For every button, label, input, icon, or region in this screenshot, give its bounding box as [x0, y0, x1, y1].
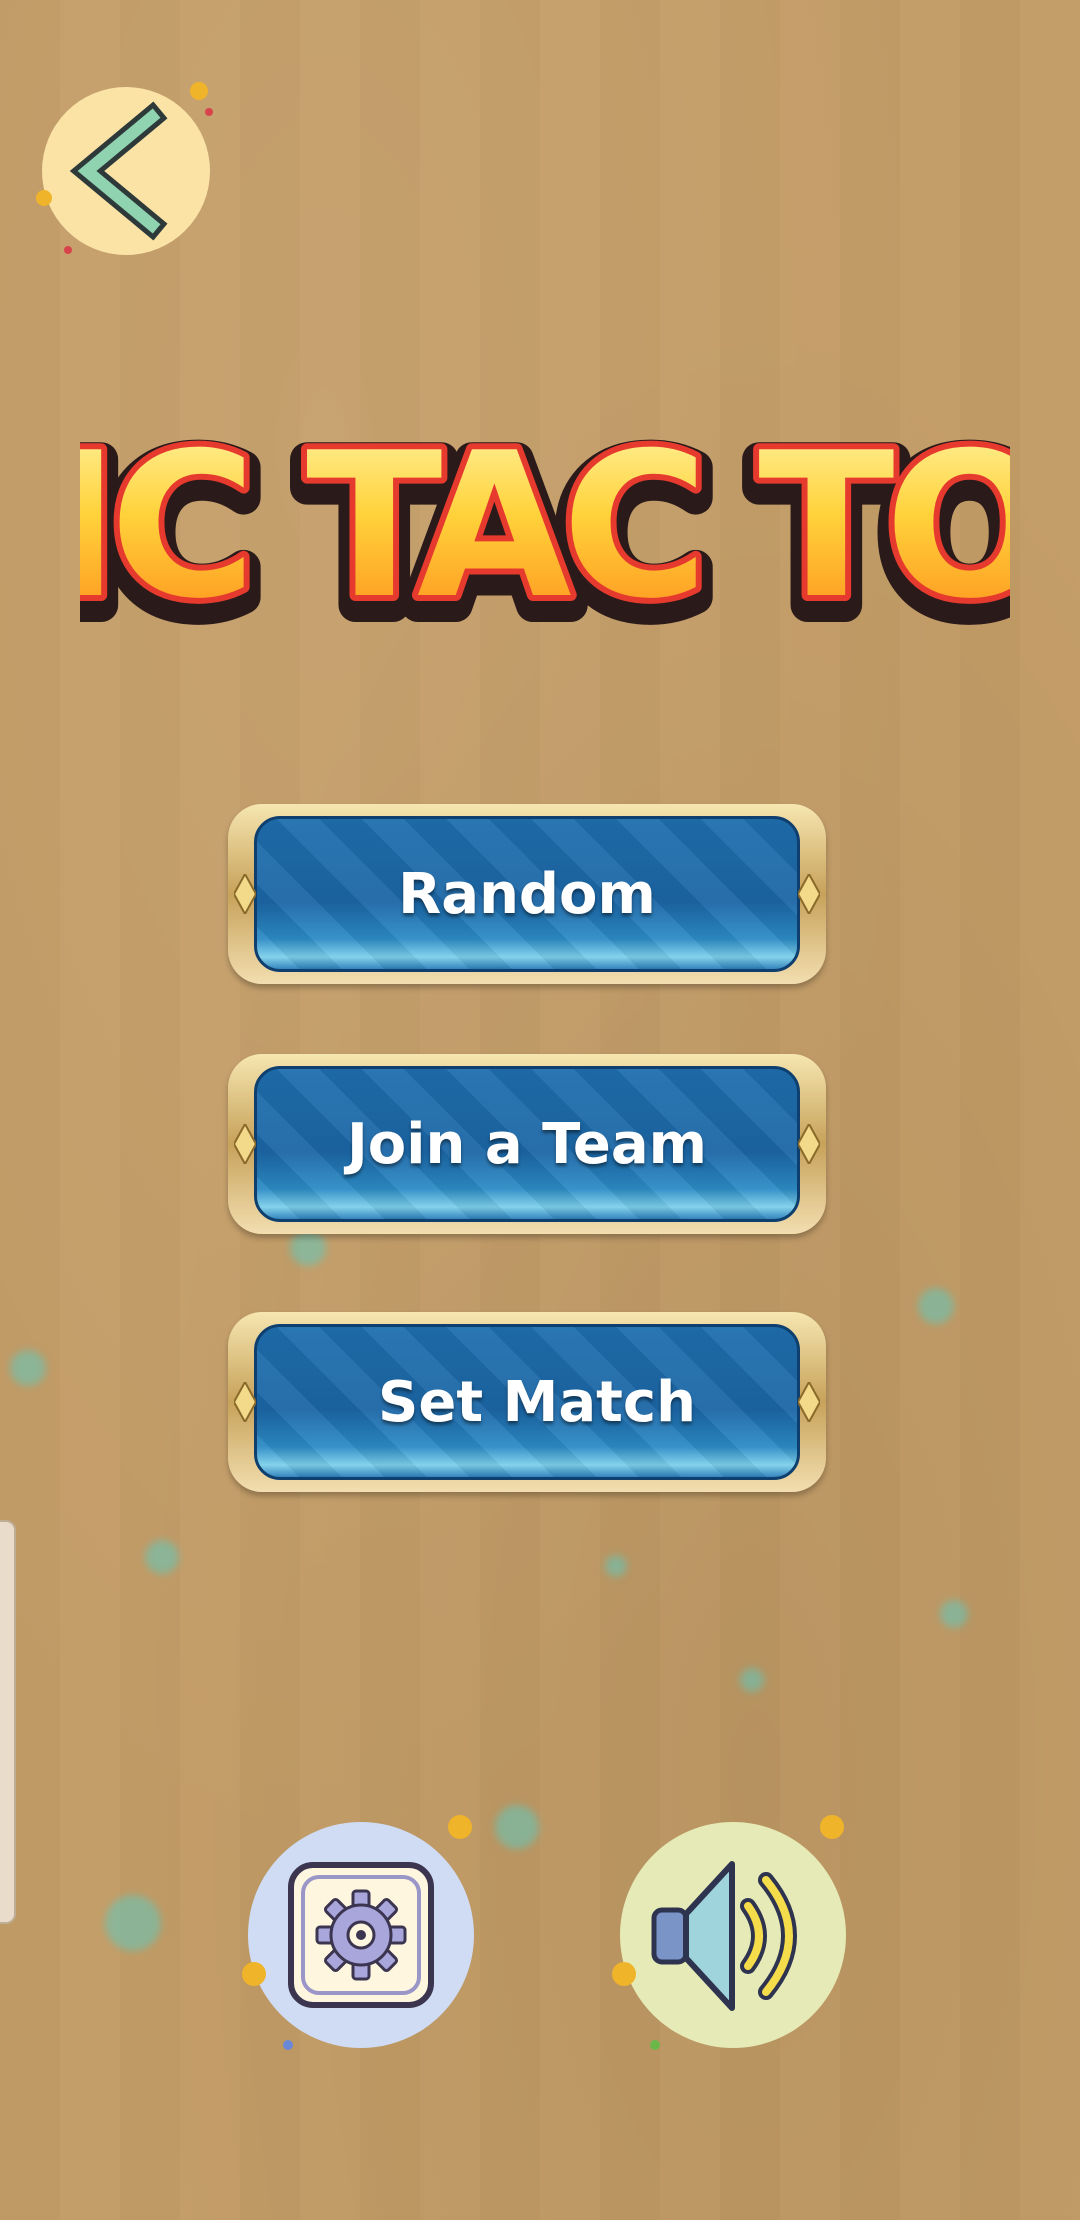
confetti: [242, 1962, 266, 1986]
game-title-logo: TIC TAC TOE TIC TAC TOE: [80, 403, 1010, 640]
confetti: [650, 2040, 660, 2050]
particle: [105, 1895, 161, 1951]
particle: [495, 1805, 539, 1849]
sound-button[interactable]: [620, 1822, 846, 2048]
particle: [740, 1668, 764, 1692]
side-drawer-handle[interactable]: [0, 1520, 16, 1924]
particle: [10, 1350, 46, 1386]
random-button[interactable]: Random: [228, 804, 826, 984]
settings-button[interactable]: [248, 1822, 474, 2048]
particle: [605, 1555, 627, 1577]
speaker-icon: [651, 1861, 797, 2011]
particle: [145, 1540, 179, 1574]
confetti: [448, 1815, 472, 1839]
particle: [290, 1230, 326, 1266]
particle: [918, 1288, 954, 1324]
chevron-left-icon: [69, 101, 168, 241]
particle: [940, 1600, 968, 1628]
join-team-button[interactable]: Join a Team: [228, 1054, 826, 1234]
join-team-button-label: Join a Team: [346, 1111, 708, 1177]
confetti: [820, 1815, 844, 1839]
set-match-button-label: Set Match: [378, 1369, 696, 1435]
random-button-label: Random: [398, 861, 656, 927]
confetti: [190, 82, 208, 100]
confetti: [36, 190, 52, 206]
set-match-button[interactable]: Set Match: [228, 1312, 826, 1492]
gear-icon: [288, 1862, 434, 2008]
back-button[interactable]: [42, 87, 210, 255]
confetti: [283, 2040, 293, 2050]
confetti: [205, 108, 213, 116]
confetti: [612, 1962, 636, 1986]
title-text: TIC TAC TOE: [80, 410, 1010, 640]
confetti: [64, 246, 72, 254]
